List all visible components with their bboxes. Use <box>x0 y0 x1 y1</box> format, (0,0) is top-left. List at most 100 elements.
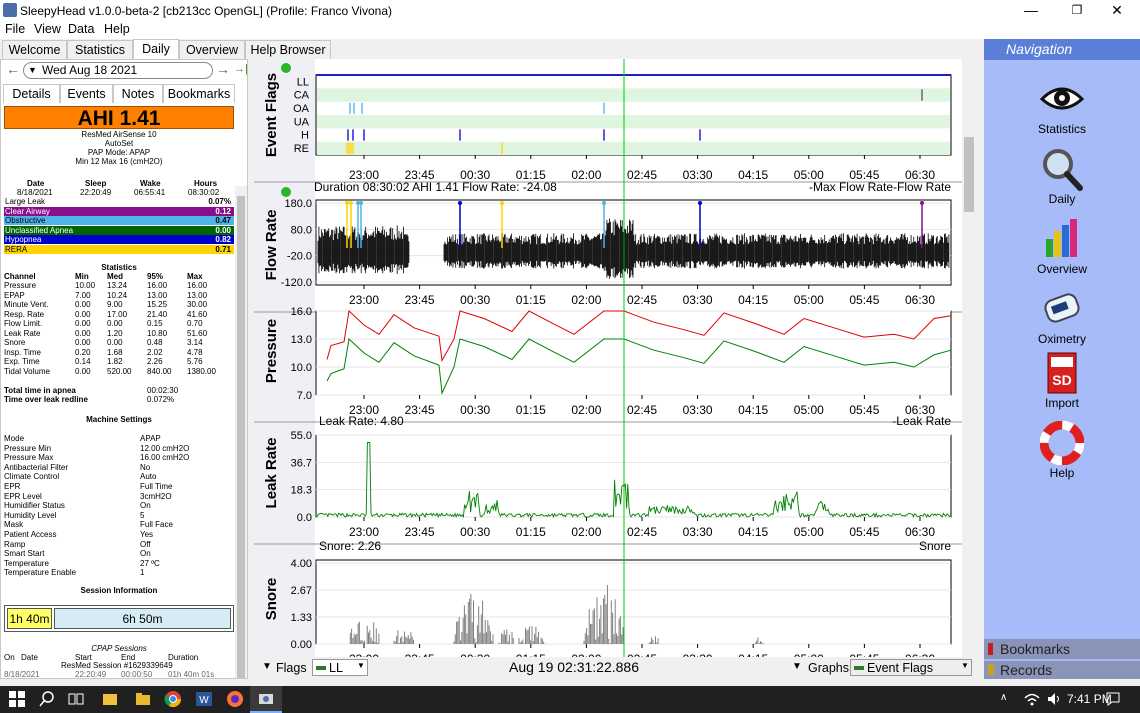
stats-cell: 0.00 <box>75 338 91 347</box>
snore-tick: 0.00 <box>291 639 312 651</box>
stats-cell: 1.20 <box>107 328 123 338</box>
minimize-button[interactable]: — <box>1008 0 1054 22</box>
task-view-icon[interactable] <box>67 690 85 708</box>
chrome-icon[interactable] <box>164 690 182 708</box>
sleepyhead-taskbar-button[interactable] <box>250 686 282 713</box>
time-tick-label: 05:00 <box>794 403 824 417</box>
records-panel-button[interactable]: Records <box>984 661 1140 679</box>
graph-scroll-thumb[interactable] <box>964 137 974 212</box>
snore-header: Snore: 2.26 <box>319 539 381 553</box>
tab-daily[interactable]: Daily <box>133 39 179 59</box>
menu-bar: File View Data Help <box>0 22 1140 39</box>
event-index-label: RERA <box>5 244 28 254</box>
time-tick-label: 23:45 <box>405 293 435 307</box>
left-scroll-thumb[interactable] <box>237 196 245 678</box>
stats-cell: 0.00 <box>75 300 91 309</box>
flow-event-dot <box>920 201 924 205</box>
explorer-icon[interactable] <box>101 690 119 708</box>
bookmarks-panel-button[interactable]: Bookmarks <box>984 639 1140 659</box>
menu-file[interactable]: File <box>5 22 25 36</box>
prev-day-icon[interactable]: ← <box>6 61 20 81</box>
time-tick-label: 06:30 <box>905 293 935 307</box>
setting-cell: Full Time <box>140 482 173 491</box>
menu-data[interactable]: Data <box>68 22 94 36</box>
flags-toggle-icon[interactable]: ▼ <box>262 661 272 672</box>
tab-statistics[interactable]: Statistics <box>67 40 133 59</box>
bar-chart-icon <box>1046 219 1077 257</box>
leak-rate-tick: 0.0 <box>297 512 312 524</box>
stats-cell: 41.60 <box>187 309 208 319</box>
flow-rate-legend: -Max Flow Rate-Flow Rate <box>809 180 951 194</box>
session-bar-1[interactable]: 1h 40m <box>7 608 52 629</box>
wifi-icon[interactable] <box>1023 690 1041 708</box>
event-flags-select[interactable]: Event Flags ▼ <box>850 659 972 676</box>
setting-cell: Mode <box>4 434 25 443</box>
graph-bottom-bar: ▼ Flags LL ▼ Aug 19 02:31:22.886 ▼ Graph… <box>254 657 975 679</box>
stats-cell: 51.60 <box>187 328 208 338</box>
flow-rate-header: Duration 08:30:02 AHI 1.41 Flow Rate: -2… <box>314 180 557 194</box>
stats-cell: 1380.00 <box>187 366 216 376</box>
leak-rate-tick: 55.0 <box>291 430 312 442</box>
snore-tick: 2.67 <box>291 585 312 597</box>
subtab-events[interactable]: Events <box>60 84 113 103</box>
graphs-toggle-icon[interactable]: ▼ <box>792 661 802 672</box>
stats-cell: Flow Limit. <box>4 319 43 328</box>
stats-cell: 30.00 <box>187 300 208 309</box>
cpap-session-row[interactable]: ResMed Session #1629339649 <box>61 661 173 670</box>
time-tick-label: 01:15 <box>516 293 546 307</box>
flow-event-dot <box>359 201 363 205</box>
stats-cell: 15.25 <box>147 300 168 309</box>
flags-button[interactable]: Flags <box>276 661 307 675</box>
time-tick-label: 03:30 <box>683 293 713 307</box>
stats-cell: EPAP <box>4 290 25 300</box>
tab-welcome[interactable]: Welcome <box>2 40 67 59</box>
firefox-icon[interactable] <box>226 690 244 708</box>
event-index-value: 0.12 <box>215 206 231 216</box>
menu-help[interactable]: Help <box>104 22 130 36</box>
close-button[interactable]: ✕ <box>1094 0 1140 22</box>
graphs-button[interactable]: Graphs <box>808 661 849 675</box>
session-bar-2[interactable]: 6h 50m <box>54 608 231 629</box>
volume-icon[interactable] <box>1045 690 1063 708</box>
notifications-icon[interactable] <box>1104 690 1122 708</box>
left-scrollbar[interactable] <box>235 186 247 678</box>
flow-event-dot <box>698 201 702 205</box>
leak-rate-tick: 36.7 <box>291 457 312 469</box>
windows-start-icon[interactable] <box>8 690 26 708</box>
last-day-icon[interactable]: →| <box>234 63 247 83</box>
ll-select[interactable]: LL ▼ <box>312 659 368 676</box>
graph-scrollbar[interactable] <box>962 59 976 657</box>
stats-cell: 0.70 <box>187 319 203 328</box>
tab-overview[interactable]: Overview <box>179 40 245 59</box>
subtab-notes[interactable]: Notes <box>113 84 163 103</box>
time-tick-label: 04:15 <box>738 293 768 307</box>
setting-cell: Smart Start <box>4 549 45 559</box>
stats-cell: Exp. Time <box>4 357 40 366</box>
setting-cell: Temperature <box>4 558 49 568</box>
machine-settings-title: Machine Settings <box>86 415 152 424</box>
pressure-tick: 7.0 <box>297 390 312 402</box>
time-tick-label: 06:30 <box>905 525 935 539</box>
subtab-details[interactable]: Details <box>3 84 60 103</box>
graph-canvas[interactable]: Event Flags Flow Rate Pressure Leak Rate Sno… <box>254 59 975 657</box>
stats-cell: Leak Rate <box>4 328 41 338</box>
folder-icon[interactable] <box>134 690 152 708</box>
stats-cell: 9.00 <box>107 300 123 309</box>
tab-help-browser[interactable]: Help Browser <box>245 40 331 59</box>
setting-cell: Pressure Max <box>4 453 54 463</box>
stats-cell: 16.00 <box>187 281 208 290</box>
date-picker[interactable]: ▼ Wed Aug 18 2021 <box>23 62 213 79</box>
event-index-label: Large Leak <box>5 197 46 206</box>
search-icon[interactable] <box>38 690 56 708</box>
setting-cell: 5 <box>140 510 145 520</box>
flow-rate-tick: 180.0 <box>284 198 312 210</box>
time-tick-label: 05:45 <box>849 525 879 539</box>
word-icon[interactable]: W <box>195 690 213 708</box>
next-day-icon[interactable]: → <box>216 61 230 81</box>
tray-chevron-icon[interactable]: ∧ <box>1000 692 1007 703</box>
leak-redline-value: 0.072% <box>147 395 175 404</box>
menu-view[interactable]: View <box>34 22 61 36</box>
pin-icon <box>281 63 291 73</box>
subtab-bookmarks[interactable]: Bookmarks <box>163 84 235 103</box>
event-index-label: Obstructive <box>5 216 46 225</box>
